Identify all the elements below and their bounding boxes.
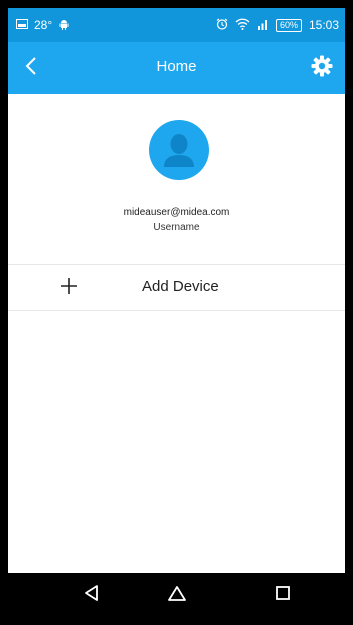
- plus-icon: [60, 277, 78, 295]
- wifi-icon: [235, 18, 250, 33]
- battery-indicator: 60%: [275, 18, 302, 32]
- system-nav-bar: [8, 573, 345, 617]
- temperature-text: 28°: [34, 18, 53, 32]
- status-left: 28°: [16, 17, 70, 33]
- status-right: 60% 15:03: [216, 17, 339, 33]
- android-icon: [58, 18, 70, 33]
- page-title: Home: [156, 58, 197, 75]
- app-header: Home: [8, 42, 345, 94]
- avatar[interactable]: [149, 120, 209, 180]
- user-email: mideauser@midea.com: [123, 207, 230, 218]
- back-triangle-icon: [83, 584, 99, 607]
- settings-button[interactable]: [307, 53, 337, 83]
- clock-text: 15:03: [308, 18, 339, 32]
- username-label: Username: [153, 222, 200, 233]
- status-bar: 28° 60% 15:03: [8, 8, 345, 42]
- profile-section: mideauser@midea.com Username: [8, 94, 345, 254]
- add-device-button[interactable]: Add Device: [8, 264, 345, 311]
- alarm-icon: [216, 18, 228, 33]
- signal-icon: [257, 18, 269, 33]
- nav-back-button[interactable]: [78, 582, 104, 608]
- gear-icon: [311, 55, 333, 82]
- user-silhouette-icon: [149, 134, 209, 180]
- nav-recents-button[interactable]: [270, 582, 296, 608]
- recents-icon: [275, 585, 291, 606]
- add-device-label: Add Device: [142, 278, 219, 295]
- phone-screen: 28° 60% 15:03 Home mideauser@midea.com U…: [8, 8, 345, 617]
- screenshot-icon: [16, 18, 28, 32]
- home-icon: [167, 584, 187, 607]
- nav-home-button[interactable]: [164, 582, 190, 608]
